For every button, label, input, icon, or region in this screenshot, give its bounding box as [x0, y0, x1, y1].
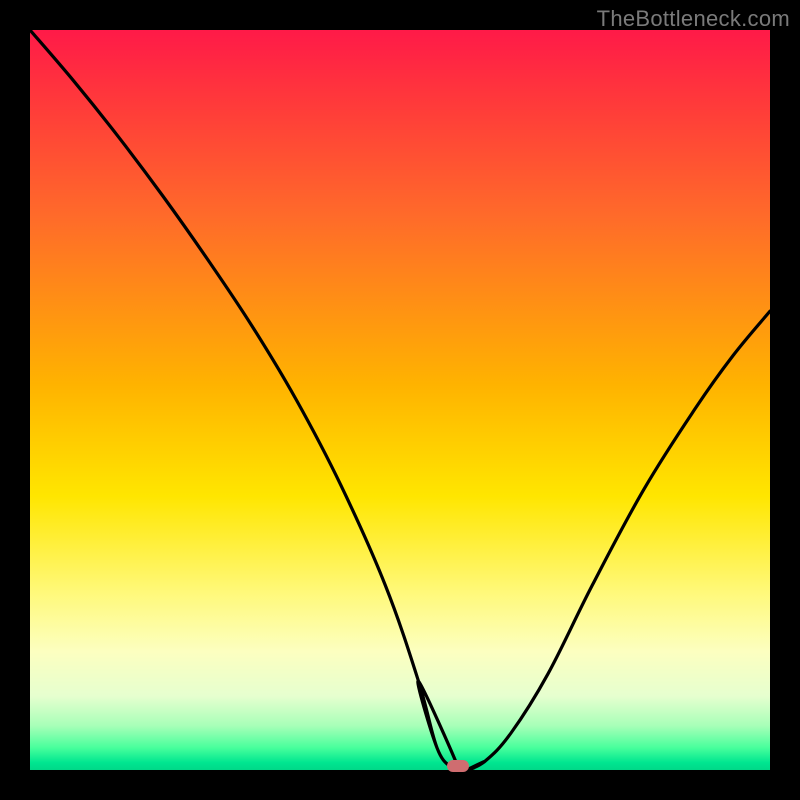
- bottleneck-curve: [30, 30, 770, 770]
- optimal-point-marker: [447, 760, 469, 772]
- chart-stage: TheBottleneck.com: [0, 0, 800, 800]
- watermark-text: TheBottleneck.com: [597, 6, 790, 32]
